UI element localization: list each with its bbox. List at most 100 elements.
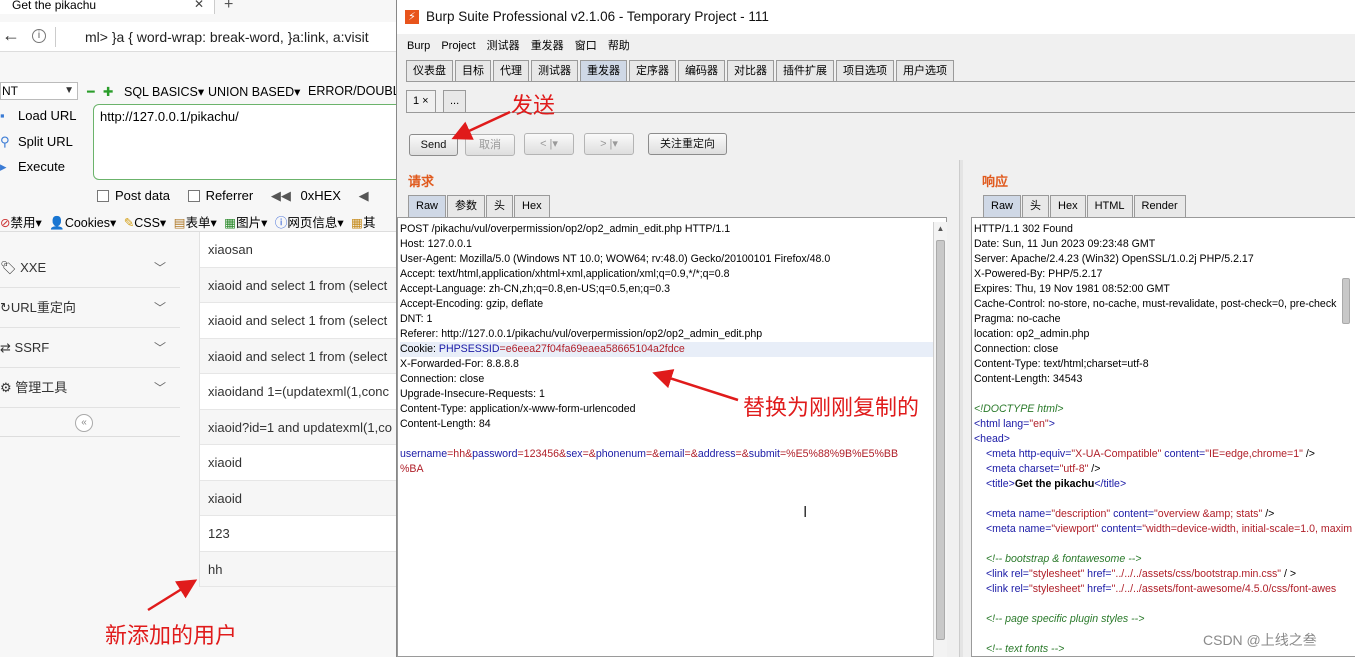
post-data-checkbox[interactable] <box>97 190 109 202</box>
tab-headers[interactable]: 头 <box>1022 195 1050 217</box>
toolbar-css[interactable]: CSS▾ <box>134 216 166 230</box>
pane-splitter[interactable] <box>959 160 963 657</box>
forward-button[interactable]: > |▾ <box>584 133 634 155</box>
toolbar-page-info[interactable]: 网页信息▾ <box>287 216 343 230</box>
main-tabs: 仪表盘 目标 代理 测试器 重发器 定序器 编码器 对比器 插件扩展 项目选项 用户选项 <box>406 60 956 81</box>
tab-raw[interactable]: Raw <box>408 195 447 217</box>
tab-html[interactable]: HTML <box>1086 195 1133 217</box>
back-button[interactable]: < |▾ <box>524 133 574 155</box>
close-icon[interactable]: ✕ <box>194 0 204 10</box>
response-scrollbar[interactable] <box>1342 268 1352 328</box>
toolbar-disable[interactable]: 禁用▾ <box>10 216 41 230</box>
tab-hex[interactable]: Hex <box>1050 195 1086 217</box>
list-item: xiaoid and select 1 from (select <box>200 303 396 339</box>
follow-redirect-button[interactable]: 关注重定向 <box>648 133 727 155</box>
repeater-tab-1[interactable]: 1 × <box>406 90 436 113</box>
send-button[interactable]: Send <box>409 134 458 156</box>
toolbar-forms[interactable]: 表单▾ <box>186 216 217 230</box>
response-viewer[interactable]: HTTP/1.1 302 Found Date: Sun, 11 Jun 202… <box>971 217 1355 657</box>
form-icon: ▤ <box>173 216 186 230</box>
referrer-checkbox[interactable] <box>187 190 200 202</box>
response-line: <meta http-equiv="X-UA-Compatible" conte… <box>986 448 1315 460</box>
execute-button[interactable]: ▸ Execute <box>0 159 65 175</box>
hackbar-menu-union-based[interactable]: UNION BASED▾ <box>208 84 300 99</box>
response-line: location: op2_admin.php <box>974 328 1090 340</box>
tab-raw[interactable]: Raw <box>983 195 1022 217</box>
tab-render[interactable]: Render <box>1133 195 1186 217</box>
menu-burp[interactable]: Burp <box>407 40 430 52</box>
toolbar-cookies[interactable]: Cookies▾ <box>65 216 116 230</box>
annotation-send: 发送 <box>511 94 556 119</box>
toolbar-misc[interactable]: 其 <box>363 216 376 230</box>
side-item-url-redirect[interactable]: ↻URL重定向 ﹀ <box>0 288 180 328</box>
menu-window[interactable]: 窗口 <box>575 40 597 52</box>
back-arrow-icon[interactable]: ← <box>2 25 20 46</box>
browser-window: Get the pikachu ✕ + ← i ml> }a { word-wr… <box>0 0 396 657</box>
tab-extender[interactable]: 插件扩展 <box>776 60 834 81</box>
response-line: <!DOCTYPE html> <box>974 403 1064 415</box>
title-bar: ⚡ Burp Suite Professional v2.1.06 - Temp… <box>397 0 1355 34</box>
info-icon[interactable]: i <box>32 29 46 43</box>
collapse-sidebar-icon[interactable]: « <box>75 414 93 432</box>
hex-button[interactable]: 0xHEX <box>301 188 341 203</box>
chevron-down-icon: ﹀ <box>153 301 166 315</box>
browser-tab[interactable]: Get the pikachu ✕ <box>0 0 215 14</box>
response-line: <meta charset="utf-8" /> <box>986 463 1101 475</box>
tab-decoder[interactable]: 编码器 <box>678 60 725 81</box>
load-url-button[interactable]: ▪ Load URL <box>0 108 77 123</box>
tab-repeater[interactable]: 重发器 <box>580 60 627 81</box>
referrer-label: Referrer <box>205 188 254 203</box>
annotation-new-user: 新添加的用户 <box>105 624 238 649</box>
chevron-down-icon: ﹀ <box>153 261 166 275</box>
response-line: <meta name="viewport" content="width=dev… <box>986 523 1353 535</box>
tab-target[interactable]: 目标 <box>455 60 491 81</box>
request-line: POST /pikachu/vul/overpermission/op2/op2… <box>400 223 731 235</box>
scroll-up-icon[interactable]: ▲ <box>934 222 947 236</box>
plus-icon[interactable]: ✚ <box>103 84 113 99</box>
tab-project-options[interactable]: 项目选项 <box>836 60 894 81</box>
menu-project[interactable]: Project <box>441 40 475 52</box>
tab-params[interactable]: 参数 <box>447 195 486 217</box>
pikachu-side-menu: 🏷 XXE ﹀ ↻URL重定向 ﹀ ⇄ SSRF ﹀ ⚙ 管理工具 ﹀ <box>0 248 180 408</box>
hackbar-options: Post data Referrer ◀◀ 0xHEX ◀ <box>97 188 369 204</box>
side-item-admin-tools[interactable]: ⚙ 管理工具 ﹀ <box>0 368 180 408</box>
menu-intruder[interactable]: 测试器 <box>487 40 520 52</box>
arrow-left-icon[interactable]: ◀◀ <box>271 188 291 203</box>
tab-intruder[interactable]: 测试器 <box>531 60 578 81</box>
request-editor[interactable]: POST /pikachu/vul/overpermission/op2/op2… <box>397 217 947 657</box>
hackbar-select[interactable]: NT ▼ <box>0 82 78 100</box>
menu-repeater[interactable]: 重发器 <box>531 40 564 52</box>
address-bar[interactable]: ml> }a { word-wrap: break-word, }a:link,… <box>85 29 369 45</box>
cookie-key: PHPSESSID <box>438 343 500 355</box>
tab-hex[interactable]: Hex <box>514 195 550 217</box>
disable-icon: ⊘ <box>0 216 11 230</box>
split-url-button[interactable]: ⚲ Split URL <box>0 134 73 150</box>
minus-icon[interactable]: ━ <box>87 84 95 99</box>
tab-proxy[interactable]: 代理 <box>493 60 529 81</box>
tab-dashboard[interactable]: 仪表盘 <box>406 60 453 81</box>
toolbar-images[interactable]: 图片▾ <box>236 216 267 230</box>
response-line: Connection: close <box>974 343 1059 355</box>
tab-comparer[interactable]: 对比器 <box>727 60 774 81</box>
scroll-thumb[interactable] <box>936 240 945 640</box>
side-item-xxe[interactable]: 🏷 XXE ﹀ <box>0 248 180 288</box>
list-item: 123 <box>200 516 396 552</box>
scroll-thumb[interactable] <box>1342 278 1350 324</box>
tab-sequencer[interactable]: 定序器 <box>629 60 676 81</box>
hackbar-menu-error-double[interactable]: ERROR/DOUBL <box>308 84 396 98</box>
request-line: DNT: 1 <box>400 313 433 325</box>
menu-help[interactable]: 帮助 <box>608 40 630 52</box>
request-scrollbar[interactable]: ▲ <box>933 222 947 657</box>
user-list: xiaosan xiaoid and select 1 from (select… <box>199 232 396 587</box>
cancel-button[interactable]: 取消 <box>465 134 515 156</box>
arrow-left-icon-2[interactable]: ◀ <box>359 188 369 203</box>
tab-user-options[interactable]: 用户选项 <box>896 60 954 81</box>
link-icon: ⇄ <box>0 340 11 355</box>
tab-headers[interactable]: 头 <box>486 195 514 217</box>
new-tab-icon[interactable]: + <box>224 0 233 14</box>
repeater-tab-new[interactable]: ... <box>443 90 467 112</box>
hackbar-menu-sql-basics[interactable]: SQL BASICS▾ <box>124 84 204 99</box>
response-line: <html lang="en"> <box>974 418 1055 430</box>
hackbar-url-input[interactable]: http://127.0.0.1/pikachu/ <box>93 104 396 180</box>
side-item-ssrf[interactable]: ⇄ SSRF ﹀ <box>0 328 180 368</box>
